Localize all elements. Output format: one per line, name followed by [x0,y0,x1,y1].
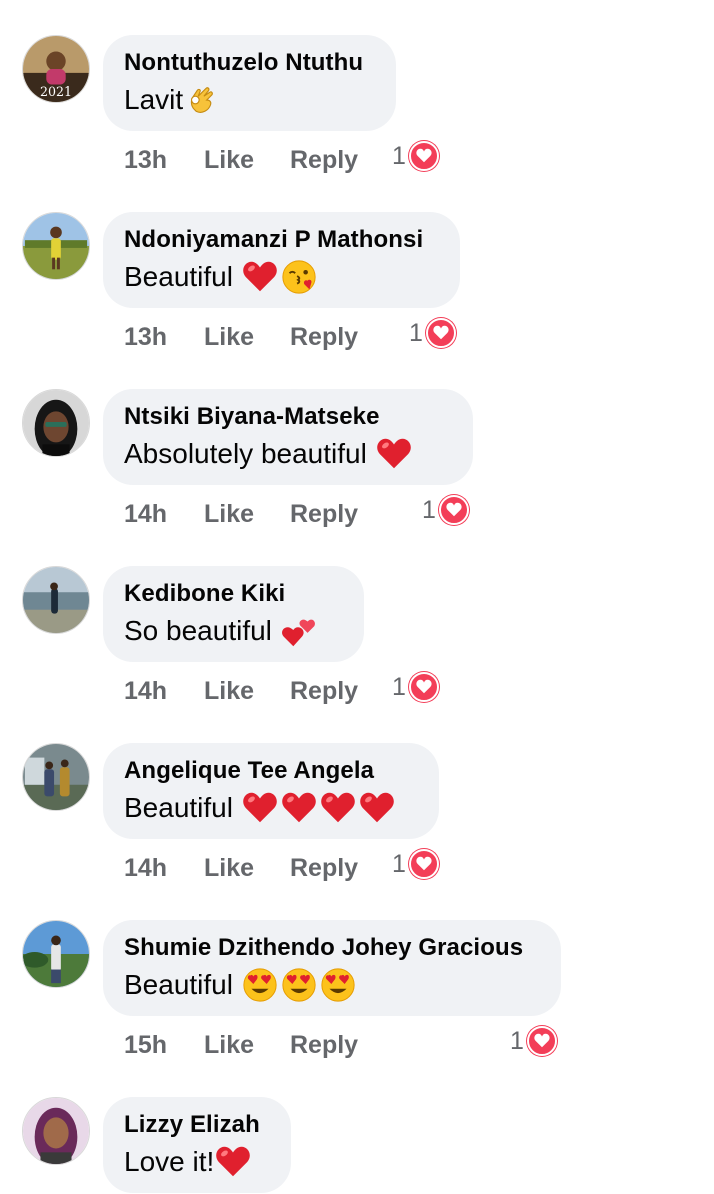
like-button[interactable]: Like [204,677,290,706]
red-heart-emoji-icon [241,789,279,827]
comment-text: Love it! [124,1146,215,1177]
comment-text: Beautiful [124,261,233,292]
red-heart-emoji-icon [280,789,318,827]
comment-actions: 13h Like Reply [124,143,358,177]
comment-bubble: Shumie Dzithendo Johey Gracious Beautifu… [103,920,561,1016]
reaction-count[interactable]: 1 [392,849,439,879]
reaction-count[interactable]: 1 [510,1026,557,1056]
comment: Ntsiki Biyana-Matseke Absolutely beautif… [0,389,714,566]
comment-actions: 14h Like Reply [124,851,358,885]
love-reaction-icon [408,672,439,702]
reaction-number: 1 [510,1026,524,1055]
like-button[interactable]: Like [204,146,290,175]
heart-eyes-emoji-icon [280,966,318,1004]
red-heart-emoji-icon [375,435,413,473]
heart-eyes-emoji-icon [241,966,279,1004]
reaction-number: 1 [392,672,406,701]
comment-text: Beautiful [124,969,233,1000]
face-blowing-kiss-emoji-icon [280,258,318,296]
comment-author[interactable]: Nontuthuzelo Ntuthu [124,48,374,78]
comment: Kedibone Kiki So beautiful 14h Like Repl… [0,566,714,743]
red-heart-emoji-icon [241,258,279,296]
comment-actions: 15h Like Reply [124,1028,358,1062]
comment-time[interactable]: 14h [124,500,204,529]
reply-button[interactable]: Reply [290,146,358,175]
comment-time[interactable]: 13h [124,323,204,352]
like-button[interactable]: Like [204,854,290,883]
avatar[interactable] [22,1097,90,1165]
comment-text: Absolutely beautiful [124,438,367,469]
love-reaction-icon [438,495,469,525]
comment-text: Lavit [124,84,184,115]
like-button[interactable]: Like [204,323,290,352]
love-reaction-icon [408,849,439,879]
love-reaction-icon [526,1026,557,1056]
avatar[interactable]: 2021 [22,35,90,103]
comment: Lizzy Elizah Love it! [0,1097,714,1194]
comment-bubble: Lizzy Elizah Love it! [103,1097,291,1193]
reaction-number: 1 [392,849,406,878]
comment-list: 2021 Nontuthuzelo Ntuthu Lavit 13h Like … [0,0,714,1194]
avatar[interactable] [22,212,90,280]
comment-author[interactable]: Ndoniyamanzi P Mathonsi [124,225,438,255]
avatar[interactable] [22,920,90,988]
comment-time[interactable]: 13h [124,146,204,175]
comment: Shumie Dzithendo Johey Gracious Beautifu… [0,920,714,1097]
comment-bubble: Kedibone Kiki So beautiful [103,566,364,662]
comment-bubble: Nontuthuzelo Ntuthu Lavit [103,35,396,131]
comment-author[interactable]: Shumie Dzithendo Johey Gracious [124,933,539,963]
love-reaction-icon [425,318,456,348]
avatar[interactable] [22,389,90,457]
comment-actions: 14h Like Reply [124,674,358,708]
two-hearts-emoji-icon [280,612,318,650]
comment-time[interactable]: 14h [124,677,204,706]
comment-bubble: Ntsiki Biyana-Matseke Absolutely beautif… [103,389,473,485]
comment-actions: 14h Like Reply [124,497,358,531]
ok-hand-emoji-icon [183,81,221,119]
avatar[interactable] [22,566,90,634]
red-heart-emoji-icon [358,789,396,827]
comment-time[interactable]: 15h [124,1031,204,1060]
comment: 2021 Nontuthuzelo Ntuthu Lavit 13h Like … [0,35,714,212]
reaction-count[interactable]: 1 [392,141,439,171]
comment-author[interactable]: Angelique Tee Angela [124,756,417,786]
comment-bubble: Angelique Tee Angela Beautiful [103,743,439,839]
reaction-number: 1 [422,495,436,524]
comment: Angelique Tee Angela Beautiful 14h Like … [0,743,714,920]
reply-button[interactable]: Reply [290,677,358,706]
reaction-number: 1 [409,318,423,347]
heart-eyes-emoji-icon [319,966,357,1004]
comment-actions: 13h Like Reply [124,320,358,354]
like-button[interactable]: Like [204,1031,290,1060]
reaction-count[interactable]: 1 [422,495,469,525]
red-heart-emoji-icon [319,789,357,827]
comment-author[interactable]: Ntsiki Biyana-Matseke [124,402,451,432]
reaction-number: 1 [392,141,406,170]
comment-text: So beautiful [124,615,272,646]
love-reaction-icon [408,141,439,171]
reaction-count[interactable]: 1 [409,318,456,348]
like-button[interactable]: Like [204,500,290,529]
red-heart-emoji-icon [214,1143,252,1181]
avatar[interactable] [22,743,90,811]
comment-text: Beautiful [124,792,233,823]
avatar-caption: 2021 [40,84,72,99]
reply-button[interactable]: Reply [290,323,358,352]
reaction-count[interactable]: 1 [392,672,439,702]
comment: Ndoniyamanzi P Mathonsi Beautiful 13h Li… [0,212,714,389]
reply-button[interactable]: Reply [290,500,358,529]
comment-author[interactable]: Lizzy Elizah [124,1110,269,1140]
comment-time[interactable]: 14h [124,854,204,883]
comment-author[interactable]: Kedibone Kiki [124,579,342,609]
reply-button[interactable]: Reply [290,1031,358,1060]
comment-bubble: Ndoniyamanzi P Mathonsi Beautiful [103,212,460,308]
reply-button[interactable]: Reply [290,854,358,883]
